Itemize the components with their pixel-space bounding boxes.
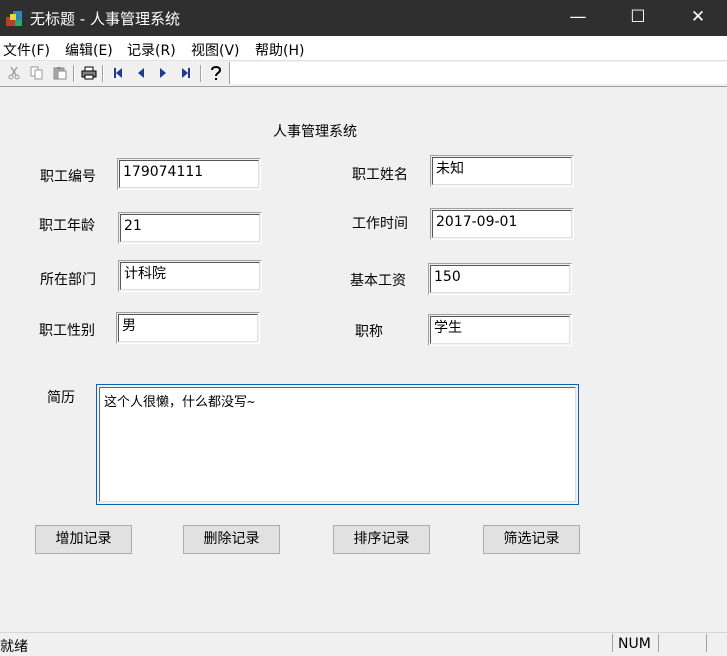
print-icon: [81, 66, 97, 80]
department-input[interactable]: 计科院: [120, 262, 260, 290]
toolbar-empty-area: [229, 62, 727, 84]
form-heading: 人事管理系统: [273, 124, 357, 140]
minimize-icon: —: [569, 7, 587, 27]
maximize-icon: ☐: [630, 7, 646, 27]
base-salary-label: 基本工资: [350, 273, 406, 289]
job-title-label: 职称: [355, 324, 383, 340]
menu-edit[interactable]: 编辑(E): [65, 40, 113, 60]
emp-age-label: 职工年龄: [39, 218, 95, 234]
prev-record-button[interactable]: [131, 64, 151, 82]
emp-name-input[interactable]: 未知: [432, 157, 572, 185]
menu-record[interactable]: 记录(R): [127, 40, 176, 60]
close-button[interactable]: ✕: [668, 0, 727, 36]
window-title: 无标题 - 人事管理系统: [30, 10, 180, 28]
maximize-button[interactable]: ☐: [608, 0, 668, 36]
status-pane-divider: [706, 634, 707, 652]
emp-id-input[interactable]: 179074111: [119, 160, 259, 188]
next-record-button[interactable]: [153, 64, 173, 82]
copy-button[interactable]: [27, 64, 47, 82]
work-date-input[interactable]: 2017-09-01: [432, 210, 572, 238]
paste-button[interactable]: [50, 64, 70, 82]
gender-label: 职工性别: [39, 323, 95, 339]
job-title-input[interactable]: 学生: [430, 316, 570, 344]
app-icon: [6, 11, 22, 26]
job-title-field[interactable]: 学生: [428, 314, 572, 346]
work-date-label: 工作时间: [352, 216, 408, 232]
toolbar-separator: [200, 65, 202, 82]
paste-icon: [53, 67, 67, 80]
status-pane-divider: [612, 634, 613, 652]
title-bar: 无标题 - 人事管理系统 — ☐ ✕: [0, 0, 727, 36]
emp-name-field[interactable]: 未知: [430, 155, 574, 187]
num-lock-indicator: NUM: [618, 636, 651, 652]
filter-record-button[interactable]: 筛选记录: [483, 525, 580, 554]
gender-input[interactable]: 男: [118, 314, 258, 342]
emp-age-input[interactable]: 21: [120, 214, 260, 242]
copy-icon: [30, 66, 43, 80]
department-label: 所在部门: [40, 272, 96, 288]
gender-field[interactable]: 男: [116, 312, 260, 344]
first-record-icon: [114, 68, 122, 78]
emp-age-field[interactable]: 21: [118, 212, 262, 244]
menu-help[interactable]: 帮助(H): [255, 40, 304, 60]
base-salary-input[interactable]: 150: [430, 265, 570, 293]
sort-record-button[interactable]: 排序记录: [333, 525, 430, 554]
status-message: 就绪: [0, 639, 28, 655]
department-field[interactable]: 计科院: [118, 260, 262, 292]
next-record-icon: [160, 68, 166, 78]
first-record-button[interactable]: [108, 64, 128, 82]
help-icon: [211, 66, 222, 80]
cut-button[interactable]: [4, 64, 24, 82]
close-icon: ✕: [690, 7, 706, 27]
status-pane-divider: [658, 634, 659, 652]
add-record-button[interactable]: 增加记录: [35, 525, 132, 554]
toolbar-separator: [73, 65, 75, 82]
last-record-icon: [182, 68, 190, 78]
help-button[interactable]: [206, 64, 226, 82]
base-salary-field[interactable]: 150: [428, 263, 572, 295]
resume-field[interactable]: 这个人很懒，什么都没写~: [96, 384, 579, 505]
menu-bar: 文件(F) 编辑(E) 记录(R) 视图(V) 帮助(H): [0, 36, 727, 61]
menu-view[interactable]: 视图(V): [191, 40, 240, 60]
cut-icon: [8, 66, 20, 80]
menu-file[interactable]: 文件(F): [3, 40, 50, 60]
print-button[interactable]: [79, 64, 99, 82]
work-date-field[interactable]: 2017-09-01: [430, 208, 574, 240]
toolbar-separator: [102, 65, 104, 82]
last-record-button[interactable]: [176, 64, 196, 82]
emp-id-field[interactable]: 179074111: [117, 158, 261, 190]
delete-record-button[interactable]: 删除记录: [183, 525, 280, 554]
resume-label: 简历: [47, 390, 75, 406]
minimize-button[interactable]: —: [548, 0, 608, 36]
resume-textarea[interactable]: 这个人很懒，什么都没写~: [99, 387, 576, 502]
emp-id-label: 职工编号: [40, 169, 96, 185]
emp-name-label: 职工姓名: [352, 167, 408, 183]
prev-record-icon: [138, 68, 144, 78]
